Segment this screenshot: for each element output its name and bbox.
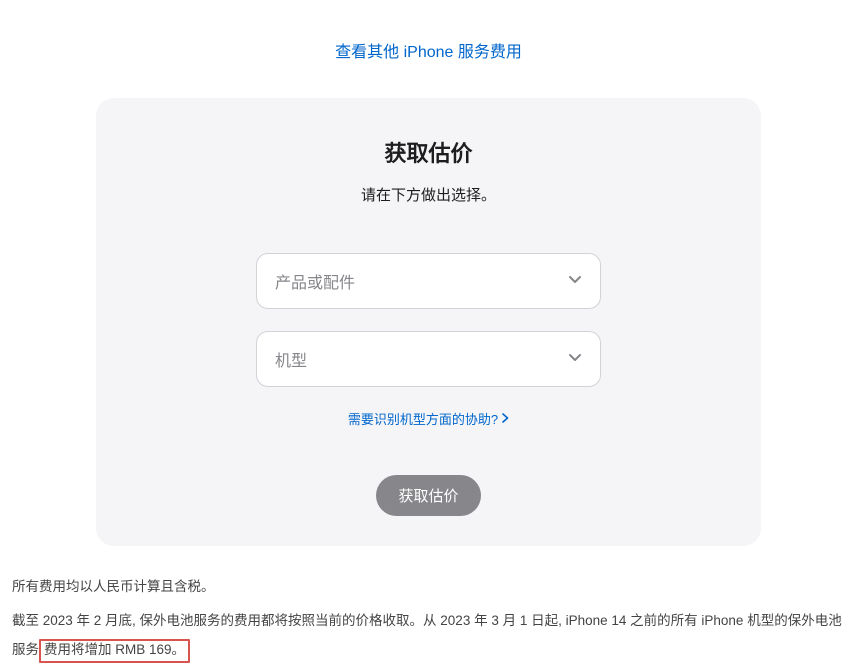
model-select-placeholder: 机型	[275, 347, 307, 371]
footer-line-1: 所有费用均以人民币计算且含税。	[12, 572, 845, 602]
chevron-right-icon	[502, 411, 509, 426]
get-estimate-button[interactable]: 获取估价	[376, 475, 480, 516]
top-link-container: 查看其他 iPhone 服务费用	[10, 0, 847, 74]
help-link-container: 需要识别机型方面的协助?	[96, 409, 761, 429]
product-select-placeholder: 产品或配件	[275, 269, 355, 293]
help-link-label: 需要识别机型方面的协助?	[348, 409, 498, 428]
card-title: 获取估价	[96, 136, 761, 168]
chevron-down-icon	[568, 350, 582, 369]
estimate-card: 获取估价 请在下方做出选择。 产品或配件 机型 需要识别机型方面的协助?	[96, 98, 761, 546]
product-select[interactable]: 产品或配件	[256, 253, 601, 309]
footer-line-2: 截至 2023 年 2 月底, 保外电池服务的费用都将按照当前的价格收取。从 2…	[12, 606, 845, 665]
chevron-down-icon	[568, 272, 582, 291]
price-increase-highlight: 费用将增加 RMB 169。	[39, 639, 190, 663]
view-other-services-link[interactable]: 查看其他 iPhone 服务费用	[335, 44, 522, 61]
footer-text: 所有费用均以人民币计算且含税。 截至 2023 年 2 月底, 保外电池服务的费…	[10, 572, 847, 665]
identify-model-help-link[interactable]: 需要识别机型方面的协助?	[348, 409, 509, 428]
model-select[interactable]: 机型	[256, 331, 601, 387]
card-subtitle: 请在下方做出选择。	[96, 184, 761, 205]
